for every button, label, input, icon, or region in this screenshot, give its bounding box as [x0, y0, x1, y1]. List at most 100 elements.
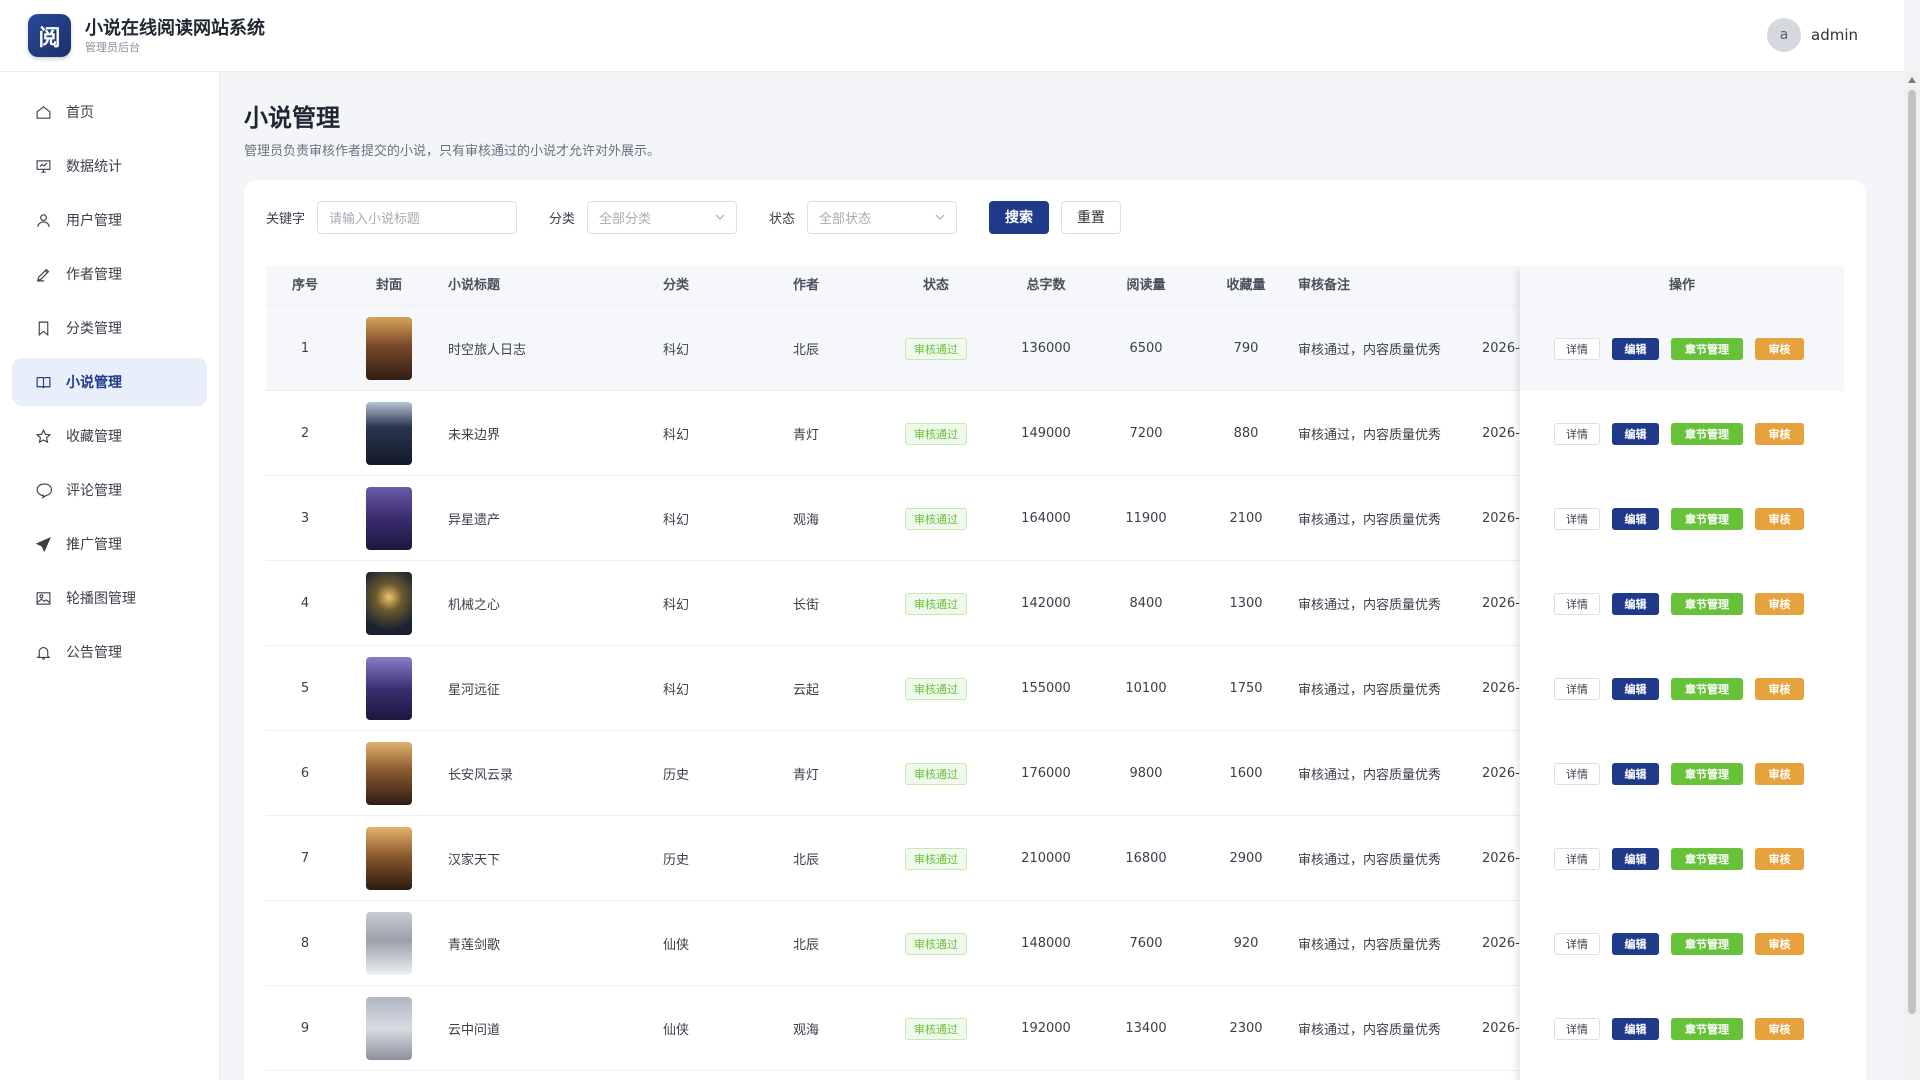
audit-button[interactable]: 审核 — [1755, 932, 1804, 955]
cover-image — [366, 742, 412, 805]
audit-button[interactable]: 审核 — [1755, 422, 1804, 445]
search-button[interactable]: 搜索 — [989, 200, 1050, 234]
keyword-input[interactable]: 请输入小说标题 — [317, 200, 518, 234]
edit-button[interactable]: 编辑 — [1612, 337, 1659, 360]
cell-index: 8 — [300, 936, 310, 951]
sidebar-item-notices[interactable]: 公告管理 — [12, 628, 207, 676]
cell-actions: 详情 编辑 章节管理 审核 — [1520, 646, 1844, 731]
detail-button[interactable]: 详情 — [1554, 422, 1600, 445]
reset-button[interactable]: 重置 — [1061, 200, 1122, 234]
sidebar-item-label: 评论管理 — [66, 483, 122, 499]
chapter-manage-button[interactable]: 章节管理 — [1671, 1017, 1743, 1040]
scroll-up-arrow-icon[interactable] — [1905, 74, 1919, 86]
cell-index: 4 — [300, 596, 310, 611]
sidebar-item-home[interactable]: 首页 — [12, 88, 207, 136]
table-row[interactable]: 8 青莲剑歌 仙侠 北辰 审核通过 148000 7600 920 审核通过，内容质量优秀 202… — [266, 901, 1844, 986]
chapter-manage-button[interactable]: 章节管理 — [1671, 422, 1743, 445]
detail-button[interactable]: 详情 — [1554, 762, 1600, 785]
chapter-manage-button[interactable]: 章节管理 — [1671, 762, 1743, 785]
audit-button[interactable]: 审核 — [1755, 847, 1804, 870]
sidebar-item-categories[interactable]: 分类管理 — [12, 304, 207, 352]
edit-button[interactable]: 编辑 — [1612, 507, 1659, 530]
cell-actions: 详情 编辑 章节管理 审核 — [1520, 731, 1844, 816]
category-label: 分类 — [549, 211, 576, 227]
app-logo: 阅 — [28, 14, 71, 57]
th-cover: 封面 — [375, 278, 402, 293]
detail-button[interactable]: 详情 — [1554, 677, 1600, 700]
home-icon — [34, 103, 52, 121]
edit-button[interactable]: 编辑 — [1612, 422, 1659, 445]
table-row[interactable]: 5 星河远征 科幻 云起 审核通过 155000 10100 1750 审核通过，内容质量优秀 2… — [266, 646, 1844, 731]
cell-reads: 7200 — [1129, 426, 1163, 441]
detail-button[interactable]: 详情 — [1554, 507, 1600, 530]
edit-button[interactable]: 编辑 — [1612, 1017, 1659, 1040]
cell-favorites: 1600 — [1229, 766, 1263, 781]
audit-button[interactable]: 审核 — [1755, 507, 1804, 530]
cell-author: 青灯 — [792, 428, 819, 443]
edit-button[interactable]: 编辑 — [1612, 592, 1659, 615]
status-badge: 审核通过 — [905, 507, 967, 530]
table-row[interactable]: 2 未来边界 科幻 青灯 审核通过 149000 7200 880 审核通过，内容质量优秀 202… — [266, 391, 1844, 476]
table-row[interactable]: 6 长安风云录 历史 青灯 审核通过 176000 9800 1600 审核通过，内容质量优秀 2… — [266, 731, 1844, 816]
sidebar-item-users[interactable]: 用户管理 — [12, 196, 207, 244]
page-scrollbar-thumb[interactable] — [1908, 90, 1916, 1014]
audit-button[interactable]: 审核 — [1755, 592, 1804, 615]
edit-button[interactable]: 编辑 — [1612, 762, 1659, 785]
status-select-value: 全部状态 — [819, 211, 872, 227]
th-category: 分类 — [662, 278, 689, 293]
avatar[interactable]: a — [1767, 18, 1801, 52]
user-menu[interactable]: a admin — [1767, 18, 1858, 52]
sidebar-item-authors[interactable]: 作者管理 — [12, 250, 207, 298]
chapter-manage-button[interactable]: 章节管理 — [1671, 932, 1743, 955]
chapter-manage-button[interactable]: 章节管理 — [1671, 592, 1743, 615]
novel-card: 关键字 请输入小说标题 分类 全部分类 状态 全部状态 搜索 重置 序号 封面 … — [244, 180, 1866, 1080]
table-row[interactable]: 3 异星遗产 科幻 观海 审核通过 164000 11900 2100 审核通过，内容质量优秀 2… — [266, 476, 1844, 561]
cell-reads: 6500 — [1129, 341, 1163, 356]
cell-remark: 审核通过，内容质量优秀 — [1298, 853, 1442, 868]
edit-button[interactable]: 编辑 — [1612, 932, 1659, 955]
chapter-manage-button[interactable]: 章节管理 — [1671, 847, 1743, 870]
table-row[interactable]: 1 时空旅人日志 科幻 北辰 审核通过 136000 6500 790 审核通过，内容质量优秀 2… — [266, 306, 1844, 391]
cell-reads: 16800 — [1125, 851, 1167, 866]
cell-cover — [344, 306, 434, 391]
detail-button[interactable]: 详情 — [1554, 1017, 1600, 1040]
cell-remark: 审核通过，内容质量优秀 — [1298, 343, 1442, 358]
cell-remark: 审核通过，内容质量优秀 — [1298, 768, 1442, 783]
table-row[interactable]: 7 汉家天下 历史 北辰 审核通过 210000 16800 2900 审核通过，内容质量优秀 2… — [266, 816, 1844, 901]
edit-button[interactable]: 编辑 — [1612, 847, 1659, 870]
status-select[interactable]: 全部状态 — [807, 200, 958, 234]
sidebar-item-favorites[interactable]: 收藏管理 — [12, 412, 207, 460]
chapter-manage-button[interactable]: 章节管理 — [1671, 507, 1743, 530]
sidebar-item-banners[interactable]: 轮播图管理 — [12, 574, 207, 622]
brand: 小说在线阅读网站系统 管理员后台 — [85, 17, 265, 55]
detail-button[interactable]: 详情 — [1554, 592, 1600, 615]
table-row[interactable]: 9 云中问道 仙侠 观海 审核通过 192000 13400 2300 审核通过，内容质量优秀 2… — [266, 986, 1844, 1071]
edit-button[interactable]: 编辑 — [1612, 677, 1659, 700]
chapter-manage-button[interactable]: 章节管理 — [1671, 337, 1743, 360]
th-reads: 阅读量 — [1126, 278, 1166, 293]
cell-words: 136000 — [1021, 341, 1071, 356]
audit-button[interactable]: 审核 — [1755, 1017, 1804, 1040]
category-select[interactable]: 全部分类 — [587, 200, 738, 234]
detail-button[interactable]: 详情 — [1554, 847, 1600, 870]
audit-button[interactable]: 审核 — [1755, 337, 1804, 360]
cell-index: 2 — [300, 426, 310, 441]
cover-image — [366, 572, 412, 635]
cell-author: 北辰 — [792, 343, 819, 358]
cover-image — [366, 487, 412, 550]
chart-icon — [34, 157, 52, 175]
table-row[interactable]: 4 机械之心 科幻 长街 审核通过 142000 8400 1300 审核通过，内容质量优秀 20… — [266, 561, 1844, 646]
audit-button[interactable]: 审核 — [1755, 677, 1804, 700]
cell-index: 9 — [300, 1021, 310, 1036]
detail-button[interactable]: 详情 — [1554, 337, 1600, 360]
audit-button[interactable]: 审核 — [1755, 762, 1804, 785]
username[interactable]: admin — [1811, 26, 1858, 44]
sidebar-item-stats[interactable]: 数据统计 — [12, 142, 207, 190]
cell-title: 未来边界 — [448, 428, 501, 443]
sidebar-item-novels[interactable]: 小说管理 — [12, 358, 207, 406]
sidebar-item-promotion[interactable]: 推广管理 — [12, 520, 207, 568]
chapter-manage-button[interactable]: 章节管理 — [1671, 677, 1743, 700]
detail-button[interactable]: 详情 — [1554, 932, 1600, 955]
status-badge: 审核通过 — [905, 762, 967, 785]
sidebar-item-comments[interactable]: 评论管理 — [12, 466, 207, 514]
